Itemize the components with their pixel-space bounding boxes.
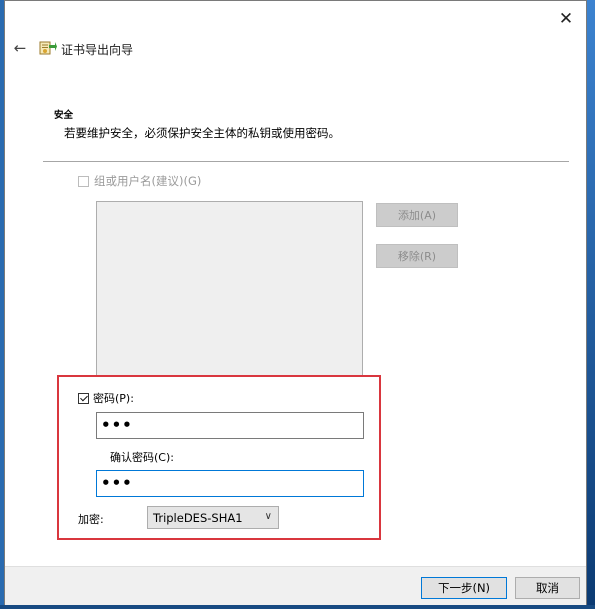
encryption-selected-value: TripleDES-SHA1 (153, 510, 243, 525)
remove-button[interactable]: 移除(R) (376, 244, 458, 268)
password-input[interactable]: ••• (96, 412, 364, 439)
next-button[interactable]: 下一步(N) (421, 577, 507, 599)
wizard-title: 证书导出向导 (61, 43, 134, 57)
group-or-user-list (96, 201, 363, 376)
confirm-password-input[interactable]: ••• (96, 470, 364, 497)
group-or-user-label: 组或用户名(建议)(G) (94, 174, 202, 188)
group-or-user-option[interactable]: 组或用户名(建议)(G) (78, 173, 201, 189)
password-checkbox[interactable] (78, 392, 89, 404)
taskbar-edge (0, 605, 595, 609)
close-icon: ✕ (558, 8, 574, 29)
cancel-button[interactable]: 取消 (515, 577, 580, 599)
password-option[interactable]: 密码(P): (78, 390, 134, 406)
back-button[interactable]: ← (11, 39, 29, 57)
encryption-label: 加密: (78, 513, 104, 526)
certificate-export-wizard-window: ✕ ← 证书导出向导 安全 若要维护安全，必须保护安全主体的私钥或使用密码。 组… (4, 0, 587, 605)
header-divider (43, 161, 569, 162)
password-label: 密码(P): (93, 392, 134, 405)
back-arrow-icon: ← (13, 39, 27, 57)
section-heading: 安全 (54, 110, 74, 121)
encryption-select[interactable]: TripleDES-SHA1 ∨ (147, 506, 279, 529)
group-or-user-checkbox[interactable] (78, 175, 89, 187)
add-button[interactable]: 添加(A) (376, 203, 458, 227)
close-button[interactable]: ✕ (552, 7, 580, 31)
certificate-export-icon (39, 41, 57, 55)
confirm-password-label: 确认密码(C): (110, 451, 174, 464)
chevron-down-icon: ∨ (264, 511, 272, 522)
desktop-background-right (587, 0, 595, 609)
section-description: 若要维护安全，必须保护安全主体的私钥或使用密码。 (64, 126, 340, 140)
wizard-footer: 下一步(N) 取消 (5, 566, 586, 605)
